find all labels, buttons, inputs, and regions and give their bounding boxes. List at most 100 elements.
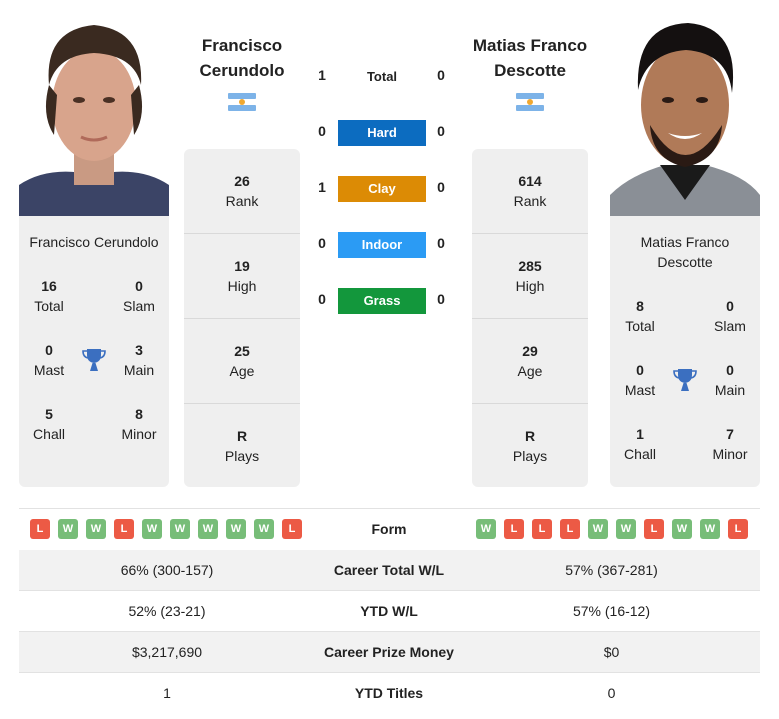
stats-right-value: 0	[607, 685, 616, 701]
titles-total-label: Total	[625, 318, 655, 334]
form-badge-win[interactable]: W	[672, 519, 692, 539]
trophy-icon	[82, 347, 106, 373]
player-name-right[interactable]: Matias Franco Descotte	[455, 33, 605, 83]
titles-chall-right: 1 Chall	[610, 424, 670, 464]
profile-plays-right: R Plays	[472, 404, 588, 489]
form-badge-win[interactable]: W	[616, 519, 636, 539]
stats-label: YTD Titles	[354, 685, 424, 701]
form-badge-win[interactable]: W	[226, 519, 246, 539]
stats-label: Career Prize Money	[324, 644, 454, 660]
surface-hard-button[interactable]: Hard	[338, 120, 426, 146]
card-player-name-right-line2: Descotte	[657, 254, 713, 270]
form-badge-loss[interactable]: L	[644, 519, 664, 539]
stats-row-career-wl: 66% (300-157) Career Total W/L 57% (367-…	[19, 550, 760, 591]
surface-indoor-button[interactable]: Indoor	[338, 232, 426, 258]
stats-row-ytd-titles: 1 YTD Titles 0	[19, 673, 760, 714]
titles-card-left: Francisco Cerundolo 16 Total 0 Slam 0 Ma…	[19, 216, 169, 487]
card-player-name-right-line1: Matias Franco	[640, 234, 730, 250]
stats-right-value: 57% (367-281)	[565, 562, 658, 578]
titles-slam-left: 0 Slam	[109, 276, 169, 316]
profile-plays-left: R Plays	[184, 404, 300, 489]
form-badge-win[interactable]: W	[700, 519, 720, 539]
stats-left-value: 66% (300-157)	[120, 562, 214, 578]
titles-main-label: Main	[714, 382, 746, 398]
form-badge-loss[interactable]: L	[282, 519, 302, 539]
h2h-clay-right: 0	[437, 179, 445, 195]
player-photo-left	[19, 15, 169, 216]
player-name-left-line2: Cerundolo	[199, 61, 285, 80]
form-badge-win[interactable]: W	[142, 519, 162, 539]
form-badge-loss[interactable]: L	[560, 519, 580, 539]
titles-total-right: 8 Total	[610, 296, 670, 336]
titles-minor-right: 7 Minor	[700, 424, 760, 464]
profile-label: Rank	[225, 193, 259, 209]
stats-right-value: $0	[603, 644, 620, 660]
form-badge-win[interactable]: W	[476, 519, 496, 539]
surface-grass-button[interactable]: Grass	[338, 288, 426, 314]
titles-chall-left: 5 Chall	[19, 404, 79, 444]
form-badge-win[interactable]: W	[198, 519, 218, 539]
h2h-total-label: Total	[366, 69, 398, 84]
form-badge-loss[interactable]: L	[728, 519, 748, 539]
form-badges-left: LWWLWWWWWL	[30, 519, 302, 539]
form-badges-right: WLLLWWLWWL	[476, 519, 748, 539]
profile-value: 19	[234, 258, 250, 274]
profile-label: High	[227, 278, 257, 294]
stats-label: YTD W/L	[360, 603, 418, 619]
titles-slam-label: Slam	[714, 318, 746, 334]
profile-value: 29	[522, 343, 538, 359]
titles-slam-value: 0	[726, 298, 734, 314]
argentina-flag-icon	[516, 92, 544, 112]
stats-label: Career Total W/L	[333, 562, 445, 578]
form-badge-win[interactable]: W	[58, 519, 78, 539]
stats-row-prize-money: $3,217,690 Career Prize Money $0	[19, 632, 760, 673]
profile-age-right: 29 Age	[472, 319, 588, 404]
titles-total-value: 8	[636, 298, 644, 314]
profile-rank-right: 614 Rank	[472, 149, 588, 234]
titles-mast-right: 0 Mast	[610, 360, 670, 400]
argentina-flag-icon	[228, 92, 256, 112]
titles-chall-label: Chall	[33, 426, 65, 442]
card-player-name-left: Francisco Cerundolo	[29, 234, 159, 250]
titles-chall-label: Chall	[624, 446, 656, 462]
profile-value: 25	[234, 343, 250, 359]
form-badge-loss[interactable]: L	[532, 519, 552, 539]
titles-mast-left: 0 Mast	[19, 340, 79, 380]
h2h-clay-left: 1	[318, 179, 326, 195]
profile-label: Age	[229, 363, 255, 379]
titles-minor-value: 8	[135, 406, 143, 422]
titles-main-right: 0 Main	[700, 360, 760, 400]
titles-total-label: Total	[34, 298, 64, 314]
player-name-left[interactable]: Francisco Cerundolo	[167, 33, 317, 83]
form-badge-win[interactable]: W	[170, 519, 190, 539]
form-badge-win[interactable]: W	[254, 519, 274, 539]
form-badge-loss[interactable]: L	[504, 519, 524, 539]
form-badge-loss[interactable]: L	[30, 519, 50, 539]
titles-slam-label: Slam	[123, 298, 155, 314]
titles-main-value: 3	[135, 342, 143, 358]
h2h-total-right: 0	[437, 67, 445, 83]
titles-mast-label: Mast	[624, 382, 656, 398]
h2h-hard-left: 0	[318, 123, 326, 139]
h2h-indoor-left: 0	[318, 235, 326, 251]
titles-minor-value: 7	[726, 426, 734, 442]
h2h-grass-left: 0	[318, 291, 326, 307]
stats-left-value: 52% (23-21)	[128, 603, 206, 619]
stats-row-ytd-wl: 52% (23-21) YTD W/L 57% (16-12)	[19, 591, 760, 632]
form-badge-loss[interactable]: L	[114, 519, 134, 539]
profile-card-left: 26 Rank 19 High 25 Age R Plays	[184, 149, 300, 487]
surface-clay-button[interactable]: Clay	[338, 176, 426, 202]
h2h-indoor-right: 0	[437, 235, 445, 251]
stats-right-value: 57% (16-12)	[572, 603, 651, 619]
h2h-grass-right: 0	[437, 291, 445, 307]
profile-rank-left: 26 Rank	[184, 149, 300, 234]
profile-card-right: 614 Rank 285 High 29 Age R Plays	[472, 149, 588, 487]
form-badge-win[interactable]: W	[588, 519, 608, 539]
titles-slam-right: 0 Slam	[700, 296, 760, 336]
profile-value: R	[236, 428, 248, 444]
card-player-name-right: Matias Franco Descotte	[610, 232, 760, 272]
titles-main-left: 3 Main	[109, 340, 169, 380]
titles-card-right: Matias Franco Descotte 8 Total 0 Slam 0 …	[610, 216, 760, 487]
player-name-left-line1: Francisco	[201, 36, 283, 55]
form-badge-win[interactable]: W	[86, 519, 106, 539]
